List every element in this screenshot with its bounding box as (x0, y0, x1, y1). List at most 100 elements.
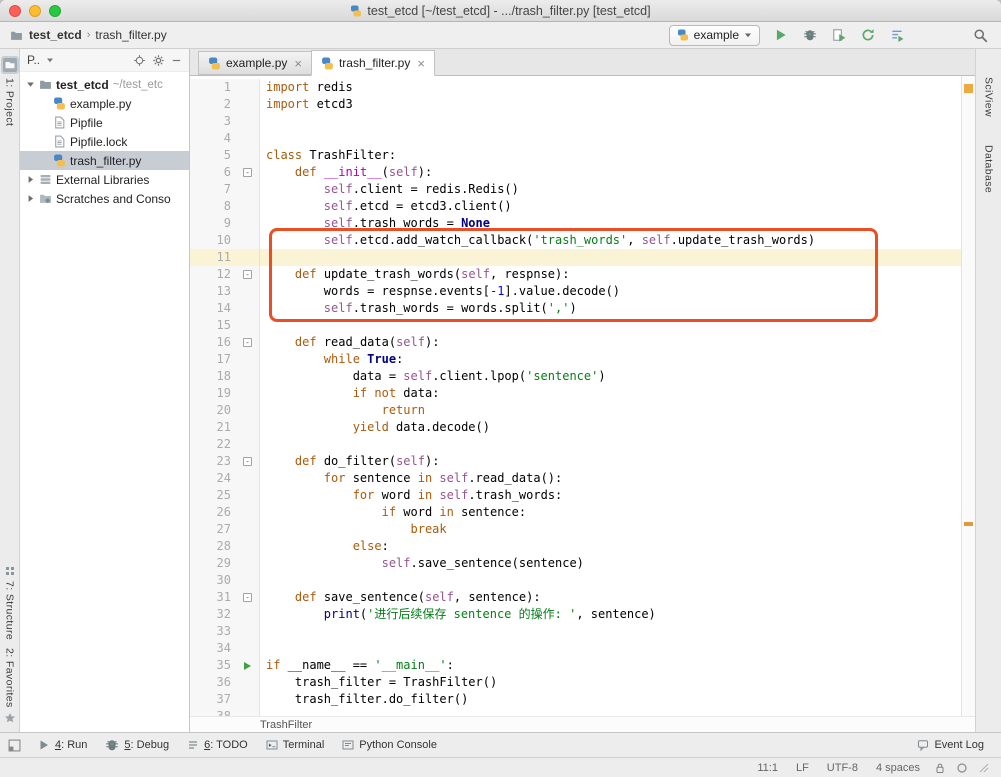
code-text[interactable]: print('进行后续保存 sentence 的操作: ', sentence) (260, 606, 961, 623)
lock-button[interactable] (929, 762, 951, 774)
chevron-down-icon[interactable] (46, 56, 54, 64)
zoom-window-button[interactable] (49, 5, 61, 17)
code-line[interactable]: 38 (190, 708, 961, 716)
code-line[interactable]: 35 if __name__ == '__main__': (190, 657, 961, 674)
toolwindow-button-database[interactable]: Database (983, 145, 995, 193)
toolwindow-button-6-todo[interactable]: 6: TODO (178, 737, 257, 753)
toolwindow-button-sciview[interactable]: SciView (983, 77, 995, 117)
editor-gutter[interactable]: 27 (190, 521, 260, 538)
code-text[interactable] (260, 708, 961, 716)
code-line[interactable]: 11 (190, 249, 961, 266)
editor-gutter[interactable]: 23 - (190, 453, 260, 470)
code-line[interactable]: 18 data = self.client.lpop('sentence') (190, 368, 961, 385)
code-text[interactable]: import redis (260, 79, 961, 96)
close-tab-icon[interactable]: × (415, 57, 425, 70)
project-tree-item[interactable]: Scratches and Conso (20, 189, 189, 208)
stripe-mark[interactable] (964, 522, 973, 526)
project-view-dropdown[interactable]: P.. (27, 53, 40, 67)
code-line[interactable]: 26 if word in sentence: (190, 504, 961, 521)
editor-gutter[interactable]: 31 - (190, 589, 260, 606)
code-line[interactable]: 5 class TrashFilter: (190, 147, 961, 164)
fold-icon[interactable]: - (243, 270, 252, 279)
code-line[interactable]: 19 if not data: (190, 385, 961, 402)
code-text[interactable] (260, 130, 961, 147)
code-line[interactable]: 21 yield data.decode() (190, 419, 961, 436)
code-text[interactable]: import etcd3 (260, 96, 961, 113)
toolwindow-button-event-log[interactable]: Event Log (908, 737, 993, 753)
project-tree-item[interactable]: Pipfile (20, 113, 189, 132)
editor-gutter[interactable]: 16 - (190, 334, 260, 351)
toolwindow-button-python-console[interactable]: Python Console (333, 737, 446, 753)
code-text[interactable]: if word in sentence: (260, 504, 961, 521)
editor-gutter[interactable]: 30 (190, 572, 260, 589)
close-window-button[interactable] (9, 5, 21, 17)
code-line[interactable]: 23 - def do_filter(self): (190, 453, 961, 470)
code-text[interactable]: for word in self.trash_words: (260, 487, 961, 504)
code-editor[interactable]: 1 import redis 2 import etcd3 3 4 5 class Trash… (190, 76, 961, 716)
run-line-icon[interactable] (244, 661, 251, 670)
editor-gutter[interactable]: 19 (190, 385, 260, 402)
code-line[interactable]: 8 self.etcd = etcd3.client() (190, 198, 961, 215)
code-line[interactable]: 7 self.client = redis.Redis() (190, 181, 961, 198)
code-line[interactable]: 37 trash_filter.do_filter() (190, 691, 961, 708)
status-widget-4-spaces[interactable]: 4 spaces (867, 762, 929, 774)
coverage-button[interactable] (828, 24, 850, 46)
editor-gutter[interactable]: 28 (190, 538, 260, 555)
project-tree-item[interactable]: Pipfile.lock (20, 132, 189, 151)
close-tab-icon[interactable]: × (292, 57, 302, 70)
code-text[interactable] (260, 317, 961, 334)
code-line[interactable]: 6- def __init__(self): (190, 164, 961, 181)
code-text[interactable]: def do_filter(self): (260, 453, 961, 470)
editor-gutter[interactable]: 17 (190, 351, 260, 368)
code-line[interactable]: 24 for sentence in self.read_data(): (190, 470, 961, 487)
editor-gutter[interactable]: 4 (190, 130, 260, 147)
code-text[interactable]: self.trash_words = None (260, 215, 961, 232)
editor-gutter[interactable]: 11 (190, 249, 260, 266)
code-line[interactable]: 25 for word in self.trash_words: (190, 487, 961, 504)
code-line[interactable]: 28 else: (190, 538, 961, 555)
editor-gutter[interactable]: 35 (190, 657, 260, 674)
code-text[interactable]: while True: (260, 351, 961, 368)
code-line[interactable]: 3 (190, 113, 961, 130)
code-text[interactable]: yield data.decode() (260, 419, 961, 436)
code-text[interactable]: words = respnse.events[-1].value.decode(… (260, 283, 961, 300)
code-text[interactable]: break (260, 521, 961, 538)
error-stripe-scrollbar[interactable] (961, 76, 975, 716)
code-text[interactable] (260, 113, 961, 130)
code-text[interactable]: for sentence in self.read_data(): (260, 470, 961, 487)
code-line[interactable]: 32 print('进行后续保存 sentence 的操作: ', senten… (190, 606, 961, 623)
code-text[interactable]: self.trash_words = words.split(',') (260, 300, 961, 317)
code-text[interactable]: def update_trash_words(self, respnse): (260, 266, 961, 283)
hide-panel-icon[interactable] (171, 55, 182, 66)
rerun-button[interactable] (857, 24, 879, 46)
breadcrumb-file[interactable]: trash_filter.py (93, 28, 168, 42)
editor-gutter[interactable]: 37 (190, 691, 260, 708)
code-line[interactable]: 27 break (190, 521, 961, 538)
run-configuration-select[interactable]: example (668, 24, 760, 46)
run-button[interactable] (770, 24, 792, 46)
editor-gutter[interactable]: 36 (190, 674, 260, 691)
editor-gutter[interactable]: 8 (190, 198, 260, 215)
editor-gutter[interactable]: 38 (190, 708, 260, 716)
code-line[interactable]: 31 - def save_sentence(self, sentence): (190, 589, 961, 606)
toolwindow-button-terminal[interactable]: Terminal (257, 737, 334, 753)
code-text[interactable]: trash_filter.do_filter() (260, 691, 961, 708)
toolwindow-button-favorites[interactable]: 2: Favorites (4, 644, 16, 728)
editor-gutter[interactable]: 22 (190, 436, 260, 453)
code-text[interactable] (260, 249, 961, 266)
resize-grip-icon[interactable] (979, 763, 989, 773)
editor-gutter[interactable]: 20 (190, 402, 260, 419)
editor-gutter[interactable]: 3 (190, 113, 260, 130)
code-text[interactable]: else: (260, 538, 961, 555)
code-text[interactable]: class TrashFilter: (260, 147, 961, 164)
editor-gutter[interactable]: 21 (190, 419, 260, 436)
locate-file-icon[interactable] (133, 54, 146, 67)
code-line[interactable]: 30 (190, 572, 961, 589)
code-text[interactable]: if __name__ == '__main__': (260, 657, 961, 674)
code-line[interactable]: 14 self.trash_words = words.split(',') (190, 300, 961, 317)
project-tree-item[interactable]: External Libraries (20, 170, 189, 189)
editor-gutter[interactable]: 5 (190, 147, 260, 164)
editor-gutter[interactable]: 1 (190, 79, 260, 96)
profiler-button[interactable] (886, 24, 908, 46)
editor-gutter[interactable]: 12 - (190, 266, 260, 283)
